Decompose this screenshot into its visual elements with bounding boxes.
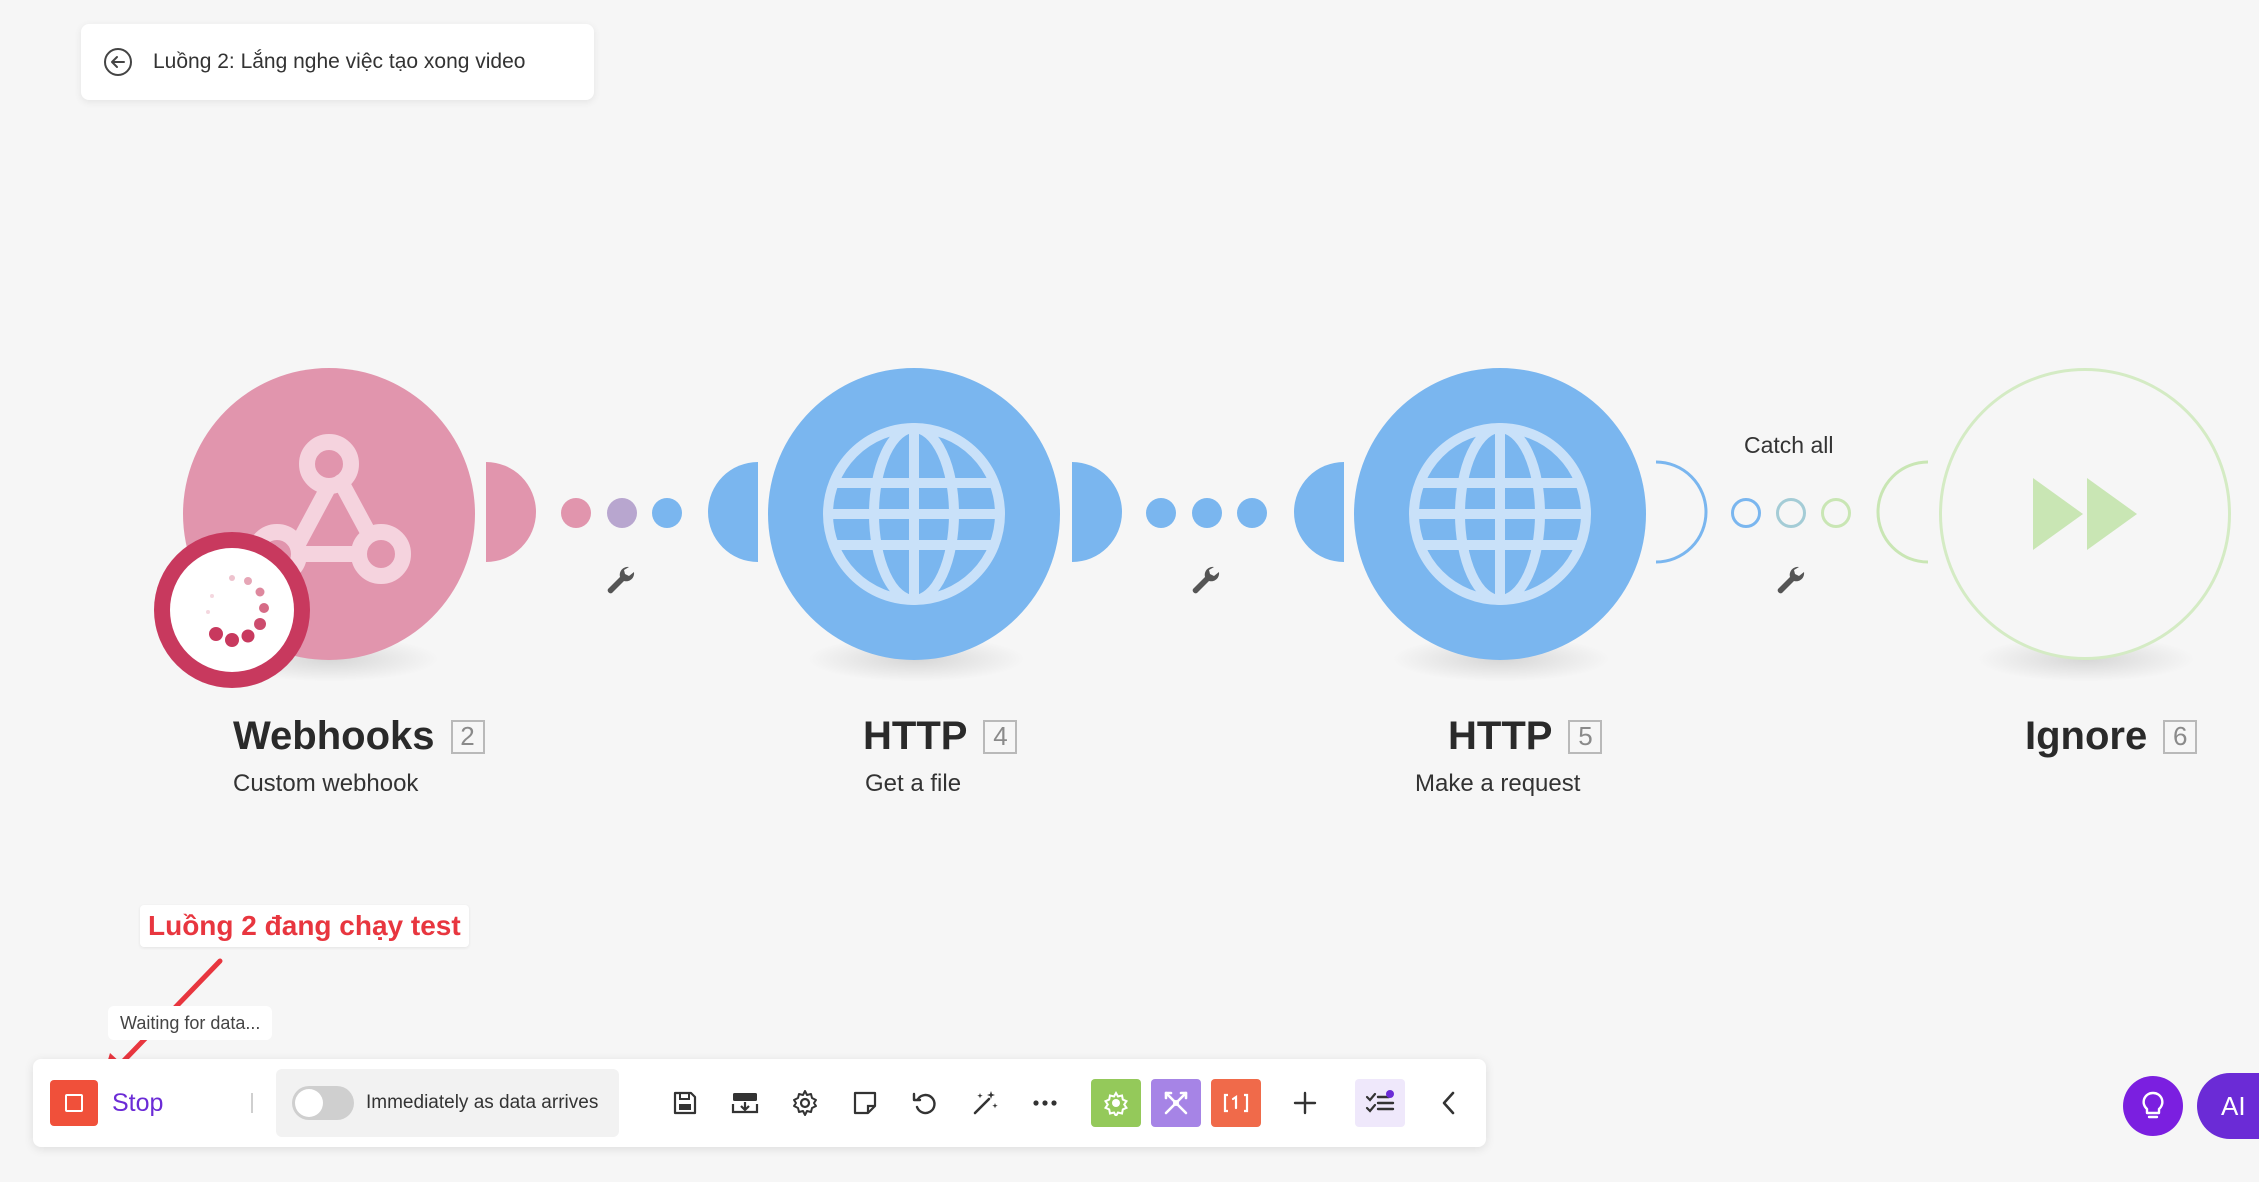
more-icon	[1033, 1100, 1057, 1106]
waiting-badge	[154, 532, 310, 688]
settings-icon	[793, 1090, 817, 1116]
loading-spinner-icon	[170, 548, 294, 672]
module-connector[interactable]	[1292, 462, 1344, 562]
checklist-button[interactable]	[1355, 1079, 1405, 1127]
save-icon	[673, 1091, 697, 1115]
module-title: HTTP	[863, 714, 968, 758]
annotation-label: Luồng 2 đang chạy test	[140, 905, 469, 947]
stop-icon	[65, 1094, 83, 1112]
module-id-badge: 4	[983, 719, 1018, 754]
module-connector[interactable]	[486, 462, 538, 562]
globe-icon	[823, 423, 1005, 605]
flow-control-icon	[1164, 1091, 1188, 1115]
module-connector[interactable]	[1654, 460, 1710, 564]
wrench-icon[interactable]	[605, 564, 639, 598]
module-subtitle: Custom webhook	[233, 770, 419, 797]
module-title: Webhooks	[233, 714, 435, 758]
link-dot[interactable]	[561, 498, 591, 528]
link-dot[interactable]	[1731, 498, 1761, 528]
http-module-circle[interactable]	[768, 368, 1060, 660]
lightbulb-icon	[2142, 1091, 2164, 1119]
globe-icon	[1409, 423, 1591, 605]
stop-button[interactable]	[50, 1080, 98, 1126]
scenario-title: Luồng 2: Lắng nghe việc tạo xong video	[153, 50, 526, 73]
link-dot[interactable]	[1776, 498, 1806, 528]
tools-icon	[1103, 1090, 1129, 1116]
module-id-badge: 2	[450, 719, 485, 754]
status-tooltip: Waiting for data...	[108, 1006, 273, 1040]
import-export-icon	[731, 1093, 759, 1114]
module-subtitle: Make a request	[1415, 770, 1581, 797]
wrench-icon[interactable]	[1775, 564, 1809, 598]
tips-button[interactable]	[2123, 1076, 2183, 1136]
module-id-badge: 6	[2163, 719, 2198, 754]
module-connector[interactable]	[1072, 462, 1124, 562]
notes-button[interactable]	[843, 1081, 887, 1125]
link-dot[interactable]	[1237, 498, 1267, 528]
schedule-setting[interactable]: Immediately as data arrives	[276, 1069, 619, 1137]
chevron-left-icon	[1442, 1091, 1455, 1115]
toolbar-divider	[251, 1093, 253, 1113]
link-dot[interactable]	[607, 498, 637, 528]
module-connector[interactable]	[706, 462, 758, 562]
fast-forward-icon	[2033, 478, 2137, 550]
module-subtitle: Get a file	[865, 770, 962, 797]
module-id-badge: 5	[1568, 719, 1603, 754]
undo-icon	[912, 1092, 936, 1115]
link-dot[interactable]	[1192, 498, 1222, 528]
bottom-toolbar: Stop Immediately as data arrives	[33, 1059, 1486, 1147]
undo-button[interactable]	[903, 1081, 947, 1125]
checklist-icon	[1365, 1090, 1395, 1113]
ai-button-label: AI	[2221, 1090, 2246, 1121]
notes-icon	[853, 1091, 877, 1115]
auto-align-button[interactable]	[963, 1081, 1007, 1125]
module-name: HTTP 4	[863, 714, 1018, 759]
module-name: HTTP 5	[1448, 714, 1603, 759]
module-name: Webhooks 2	[233, 714, 485, 759]
link-dot[interactable]	[652, 498, 682, 528]
stop-label[interactable]: Stop	[112, 1085, 163, 1121]
route-filter-label[interactable]: Catch all	[1744, 432, 1833, 459]
settings-button[interactable]	[783, 1081, 827, 1125]
magic-wand-icon	[973, 1091, 998, 1115]
wrench-icon[interactable]	[1190, 564, 1224, 598]
text-parser-icon	[1223, 1093, 1249, 1113]
arrow-left-icon	[104, 48, 132, 76]
save-button[interactable]	[663, 1081, 707, 1125]
back-button[interactable]	[103, 47, 133, 77]
link-dot[interactable]	[1821, 498, 1851, 528]
http-module-circle[interactable]	[1354, 368, 1646, 660]
scenario-header: Luồng 2: Lắng nghe việc tạo xong video	[81, 24, 594, 100]
schedule-label: Immediately as data arrives	[366, 1092, 599, 1113]
module-name: Ignore 6	[2025, 714, 2198, 759]
flow-control-button[interactable]	[1151, 1079, 1201, 1127]
text-parser-button[interactable]	[1211, 1079, 1261, 1127]
add-module-button[interactable]	[1283, 1081, 1327, 1125]
module-title: HTTP	[1448, 714, 1553, 758]
tools-button[interactable]	[1091, 1079, 1141, 1127]
more-button[interactable]	[1023, 1081, 1067, 1125]
ai-assistant-button[interactable]: AI	[2197, 1073, 2259, 1139]
module-title: Ignore	[2025, 714, 2148, 758]
link-dot[interactable]	[1146, 498, 1176, 528]
schedule-toggle[interactable]	[292, 1086, 354, 1120]
collapse-toolbar-button[interactable]	[1427, 1081, 1471, 1125]
import-export-button[interactable]	[723, 1081, 767, 1125]
ignore-module-circle[interactable]	[1939, 368, 2231, 660]
module-connector[interactable]	[1874, 460, 1930, 564]
add-icon	[1293, 1091, 1317, 1115]
